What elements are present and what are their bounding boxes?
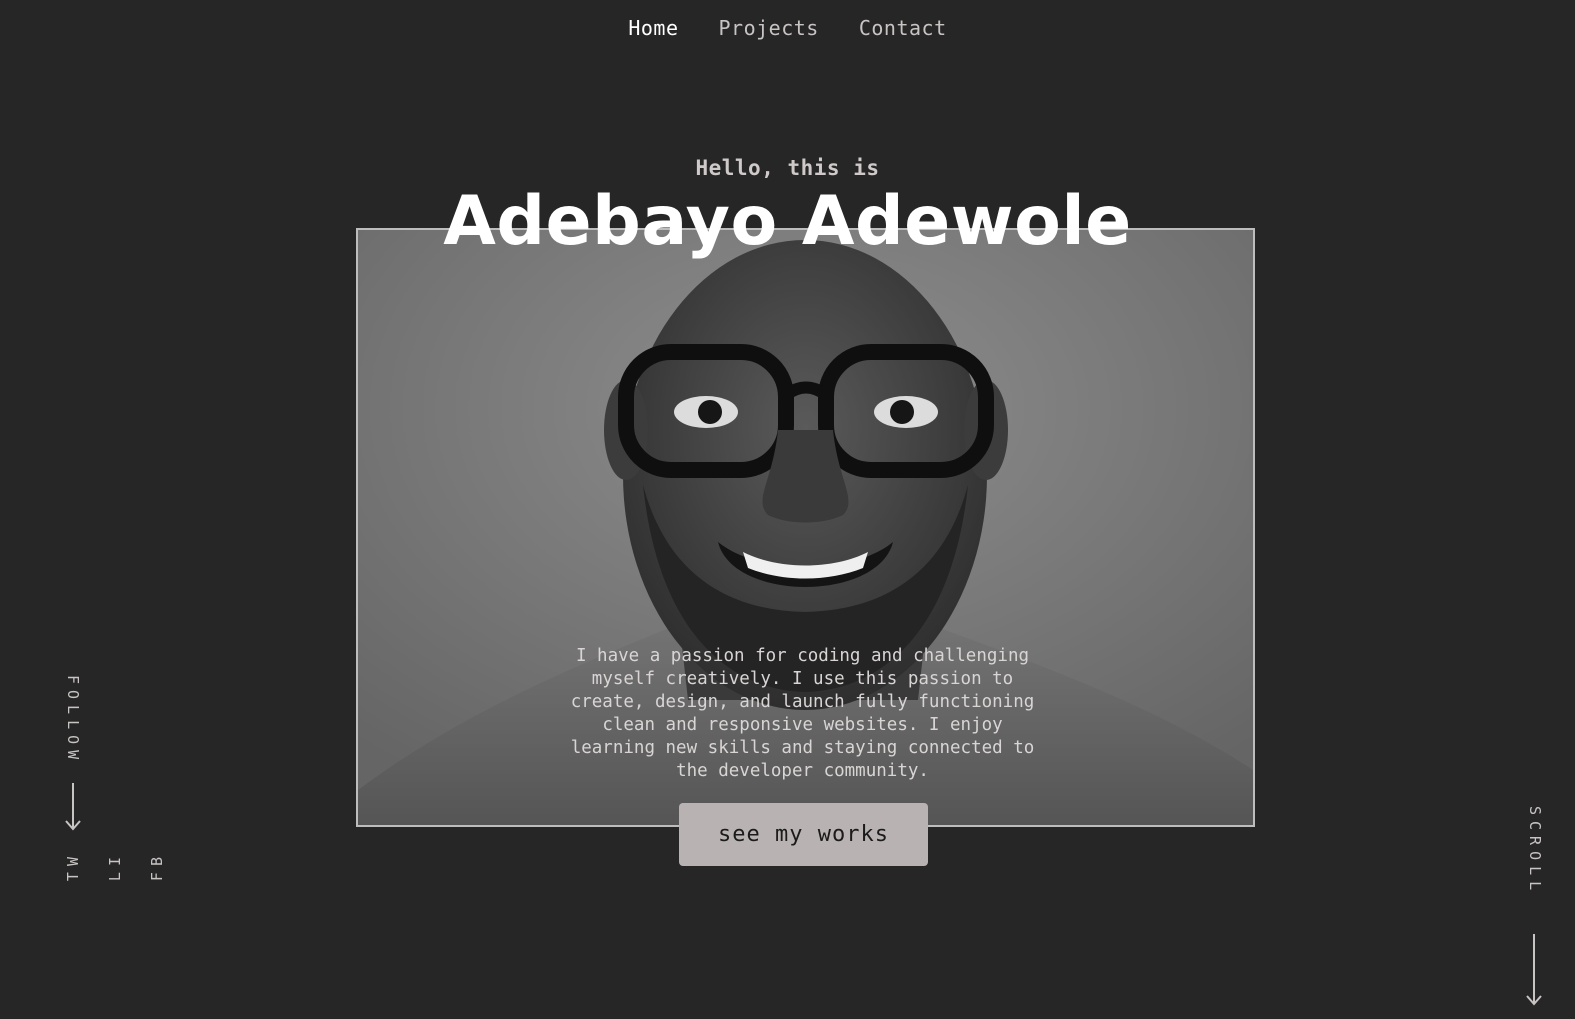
arrow-down-icon	[1526, 934, 1542, 1006]
social-link-tw[interactable]: TW	[64, 851, 82, 881]
arrow-down-icon	[65, 783, 81, 831]
scroll-indicator[interactable]: SCROLL	[1522, 806, 1552, 1011]
scroll-label: SCROLL	[1526, 806, 1544, 897]
follow-rail: FOLLOW TW LI FB	[58, 675, 166, 985]
follow-label: FOLLOW	[64, 675, 82, 766]
nav-home-link[interactable]: Home	[628, 16, 678, 40]
social-link-li[interactable]: LI	[106, 851, 124, 881]
social-links: TW LI FB	[64, 851, 166, 881]
hero-bio: I have a passion for coding and challeng…	[570, 646, 1035, 781]
hero-greeting: Hello, this is	[695, 156, 880, 180]
see-my-works-button[interactable]: see my works	[679, 803, 928, 866]
social-link-fb[interactable]: FB	[148, 851, 166, 881]
main-nav: Home Projects Contact	[0, 16, 1575, 40]
nav-contact-link[interactable]: Contact	[859, 16, 947, 40]
nav-projects-link[interactable]: Projects	[719, 16, 819, 40]
hero-name: Adebayo Adewole	[443, 182, 1132, 261]
